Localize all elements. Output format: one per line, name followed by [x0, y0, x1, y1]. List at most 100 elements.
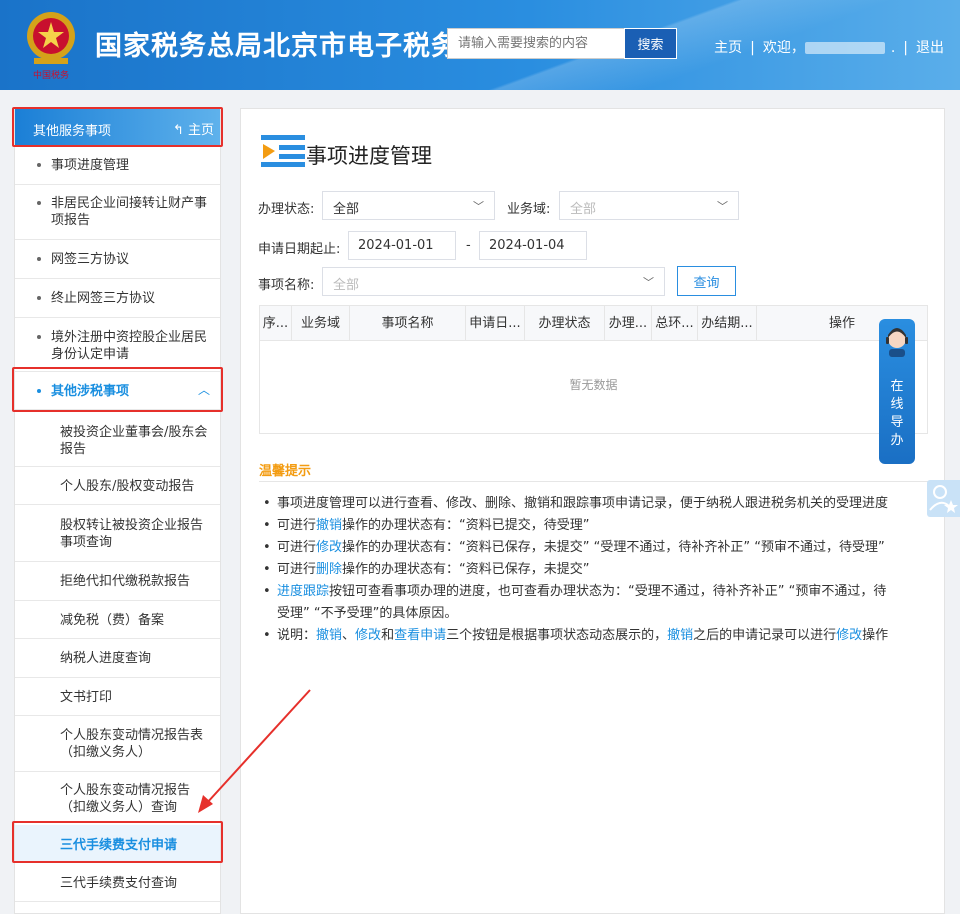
- sidebar-item-label: 个人股东变动情况报告表（扣缴义务人）: [60, 728, 204, 760]
- sidebar-item-label: 事项进度管理: [51, 158, 130, 173]
- tip-text: 事项进度管理可以进行查看、修改、删除、撤销和跟踪事项申请记录，便于纳税人跟进税务…: [277, 496, 889, 511]
- tip-text: 操作的办理状态有：“资料已保存，未提交”: [342, 562, 590, 577]
- tip-action-link[interactable]: 撤销: [316, 518, 342, 533]
- welcome-text: 欢迎，: [762, 40, 805, 56]
- col-status[interactable]: 办理状态: [525, 306, 605, 341]
- query-button[interactable]: 查询: [677, 266, 736, 296]
- status-select[interactable]: 全部 ﹀: [322, 191, 495, 220]
- sidebar-item-label: 纳税人进度查询: [60, 651, 152, 666]
- date-separator: -: [466, 238, 471, 253]
- domain-select[interactable]: 全部 ﹀: [559, 191, 739, 220]
- tip-item: 事项进度管理可以进行查看、修改、删除、撤销和跟踪事项申请记录，便于纳税人跟进税务…: [259, 493, 899, 515]
- user-star-icon: [929, 485, 958, 513]
- tip-text: 可进行: [277, 518, 317, 533]
- guide-text: 在线导办: [879, 379, 915, 449]
- sidebar-item-resident-identity[interactable]: 境外注册中资控股企业居民身份认定申请: [15, 318, 220, 372]
- tip-text: 和: [381, 628, 395, 643]
- guide-char: 线: [890, 397, 904, 412]
- domain-label: 业务域:: [507, 202, 551, 217]
- col-item-name[interactable]: 事项名称: [350, 306, 466, 341]
- tax-emblem-logo: 中国税务: [27, 12, 75, 81]
- results-table: 序... 业务域 事项名称 申请日... 办理状态 办理... 总环... 办结…: [259, 305, 928, 434]
- tip-action-link[interactable]: 修改: [836, 628, 862, 643]
- tip-action-link[interactable]: 撤销: [316, 628, 342, 643]
- guide-char: 导: [890, 415, 904, 430]
- sidebar-item-label: 终止网签三方协议: [51, 291, 156, 306]
- bullet-icon: [37, 257, 41, 261]
- sidebar-header: 其他服务事项 ↰ 主页: [15, 109, 220, 146]
- logout-link[interactable]: 退出: [916, 40, 944, 56]
- tip-action-link[interactable]: 删除: [316, 562, 342, 577]
- blurred-username: [804, 42, 885, 54]
- col-index[interactable]: 序...: [260, 306, 292, 341]
- sidebar-subitem-shareholder-report-form[interactable]: 个人股东变动情况报告表（扣缴义务人）: [15, 716, 220, 772]
- tip-action-link[interactable]: 修改: [355, 628, 381, 643]
- item-name-label: 事项名称:: [258, 278, 315, 293]
- sidebar-subitem-refuse-withholding[interactable]: 拒绝代扣代缴税款报告: [15, 562, 220, 601]
- user-star-button[interactable]: [927, 480, 960, 517]
- page-title: 事项进度管理: [306, 144, 432, 168]
- tip-text: 操作的办理状态有：“资料已保存，未提交” “受理不通过，待补齐补正” “预审不通…: [342, 540, 885, 555]
- table-header: 序... 业务域 事项名称 申请日... 办理状态 办理... 总环... 办结…: [260, 306, 927, 341]
- back-arrow-icon: ↰: [172, 123, 188, 138]
- sidebar-item-label: 股权转让被投资企业报告事项查询: [60, 518, 204, 550]
- sidebar-item-other-tax-matters[interactable]: 其他涉税事项 ︿: [15, 372, 220, 410]
- sidebar-subitem-tax-exemption[interactable]: 减免税（费）备案: [15, 601, 220, 639]
- sidebar-item-terminate-agreement[interactable]: 终止网签三方协议: [15, 279, 220, 318]
- home-link[interactable]: 主页: [714, 40, 742, 56]
- chevron-down-icon: ﹀: [643, 276, 654, 289]
- bullet-icon: [37, 201, 41, 205]
- sidebar-home-link[interactable]: ↰ 主页: [173, 119, 214, 138]
- divider: |: [903, 40, 908, 56]
- divider: |: [750, 40, 755, 56]
- online-guide-button[interactable]: 在线导办: [879, 319, 915, 464]
- sidebar-subitem-board-report[interactable]: 被投资企业董事会/股东会报告: [15, 410, 220, 467]
- date-end-input[interactable]: 2024-01-04: [479, 231, 587, 260]
- col-apply-date[interactable]: 申请日...: [466, 306, 525, 341]
- col-handler[interactable]: 办理...: [605, 306, 652, 341]
- tip-action-link[interactable]: 修改: [316, 540, 342, 555]
- tip-text: 操作的办理状态有：“资料已提交，待受理”: [342, 518, 590, 533]
- tip-text: 、: [342, 628, 356, 643]
- sidebar-subitem-fee-payment-apply[interactable]: 三代手续费支付申请: [15, 825, 220, 863]
- tip-text: 三个按钮是根据事项状态动态展示的，: [446, 628, 668, 643]
- tip-text: 按钮可查看事项办理的进度，也可查看办理状态为：“受理不通过，待补齐补正” “预审…: [277, 584, 887, 621]
- sidebar-subitem-equity-change[interactable]: 个人股东/股权变动报告: [15, 467, 220, 505]
- tip-text: 可进行: [277, 540, 317, 555]
- sidebar-item-progress[interactable]: 事项进度管理: [15, 147, 220, 185]
- sidebar-item-label: 其他涉税事项: [51, 384, 130, 399]
- sidebar-item-label: 被投资企业董事会/股东会报告: [60, 425, 208, 457]
- item-name-select[interactable]: 全部 ﹀: [322, 267, 665, 296]
- search-button[interactable]: 搜索: [624, 28, 677, 59]
- chevron-up-icon: ︿: [197, 383, 210, 397]
- tip-action-link[interactable]: 查看申请: [394, 628, 446, 643]
- sidebar-item-label: 减免税（费）备案: [60, 613, 165, 628]
- top-header: 中国税务 国家税务总局北京市电子税务 搜索 主页 | 欢迎，. | 退出: [0, 0, 960, 90]
- sidebar-subitem-shareholder-report-query[interactable]: 个人股东变动情况报告（扣缴义务人）查询: [15, 772, 220, 822]
- sidebar-subitem-document-print[interactable]: 文书打印: [15, 678, 220, 716]
- sidebar-subitem-equity-transfer-query[interactable]: 股权转让被投资企业报告事项查询: [15, 505, 220, 562]
- tip-item: 说明：撤销、修改和查看申请三个按钮是根据事项状态动态展示的，撤销之后的申请记录可…: [259, 625, 899, 647]
- sidebar-item-nonresident[interactable]: 非居民企业间接转让财产事项报告: [15, 185, 220, 240]
- tips-list: 事项进度管理可以进行查看、修改、删除、撤销和跟踪事项申请记录，便于纳税人跟进税务…: [259, 493, 899, 647]
- sidebar-item-sign-agreement[interactable]: 网签三方协议: [15, 240, 220, 279]
- col-deadline[interactable]: 办结期...: [698, 306, 757, 341]
- tip-item: 可进行撤销操作的办理状态有：“资料已提交，待受理”: [259, 515, 899, 537]
- search-input[interactable]: [447, 28, 624, 59]
- date-start-input[interactable]: 2024-01-01: [348, 231, 456, 260]
- col-domain[interactable]: 业务域: [292, 306, 350, 341]
- col-total-steps[interactable]: 总环...: [652, 306, 698, 341]
- site-title: 国家税务总局北京市电子税务: [95, 31, 459, 62]
- tip-text: 操作: [862, 628, 889, 643]
- sidebar-subitem-fee-payment-query[interactable]: 三代手续费支付查询: [15, 863, 220, 902]
- sidebar-home-label: 主页: [187, 123, 214, 138]
- tip-action-link[interactable]: 进度跟踪: [277, 584, 329, 599]
- chevron-down-icon: ﹀: [717, 200, 728, 213]
- tip-text: 说明：: [277, 628, 317, 643]
- sidebar-subitem-progress-query[interactable]: 纳税人进度查询: [15, 639, 220, 678]
- sidebar-item-label: 三代手续费支付查询: [60, 876, 178, 891]
- guide-char: 办: [890, 433, 904, 448]
- date-range-label: 申请日期起止:: [258, 242, 341, 257]
- sidebar-item-label: 拒绝代扣代缴税款报告: [60, 574, 191, 589]
- tip-action-link[interactable]: 撤销: [667, 628, 693, 643]
